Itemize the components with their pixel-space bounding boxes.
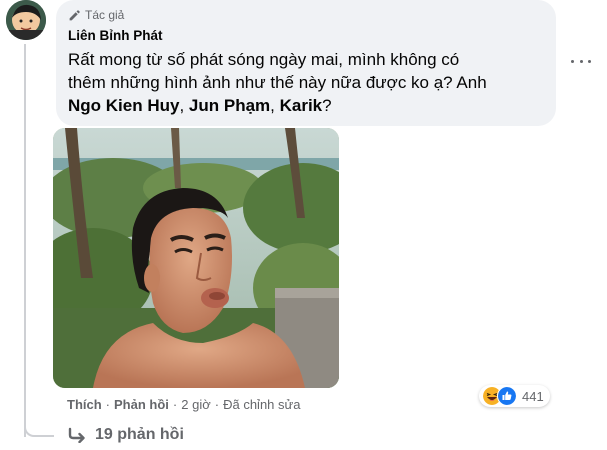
comment-text-line-3: Ngo Kien Huy, Jun Phạm, Karik?: [68, 94, 544, 117]
more-options-button[interactable]: [571, 56, 591, 66]
view-replies-link[interactable]: 19 phản hồi: [67, 426, 184, 444]
photo-image: [53, 128, 339, 388]
author-badge: Tác giả: [68, 6, 544, 24]
replies-label: 19 phản hồi: [95, 426, 184, 443]
pencil-icon: [69, 9, 80, 20]
reactions-summary[interactable]: 441: [479, 385, 550, 407]
mention-link[interactable]: Ngo Kien Huy: [68, 96, 179, 115]
comment-photo[interactable]: [53, 128, 339, 388]
reply-link[interactable]: Phản hồi: [114, 397, 169, 412]
like-icon: [497, 386, 517, 406]
avatar[interactable]: [6, 0, 46, 40]
comment-bubble: Tác giả Liên Bỉnh Phát Rất mong từ số ph…: [56, 0, 556, 126]
mention-separator: ,: [179, 96, 189, 115]
more-dot-icon: [588, 59, 591, 63]
thread-branch: [24, 423, 54, 437]
more-dot-icon: [571, 59, 574, 63]
mention-link[interactable]: Jun Phạm: [189, 96, 270, 115]
comment-text: Rất mong từ số phát sóng ngày mai, mình …: [68, 48, 544, 117]
separator-dot: ·: [172, 397, 178, 412]
mention-separator: ,: [270, 96, 280, 115]
avatar-image: [6, 0, 46, 40]
timestamp[interactable]: 2 giờ: [181, 397, 211, 412]
reaction-count: 441: [522, 388, 544, 404]
author-badge-label: Tác giả: [85, 8, 125, 22]
author-name[interactable]: Liên Bỉnh Phát: [68, 28, 544, 46]
comment-text-line-2: thêm những hình ảnh như thế này nữa được…: [68, 73, 487, 92]
comment-actions: Thích · Phản hồi · 2 giờ · Đã chỉnh sửa: [67, 397, 300, 412]
more-dot-icon: [579, 59, 583, 63]
like-link[interactable]: Thích: [67, 397, 102, 412]
comment-text-line-1: Rất mong từ số phát sóng ngày mai, mình …: [68, 50, 460, 69]
separator-dot: ·: [105, 397, 111, 412]
edited-label[interactable]: Đã chỉnh sửa: [223, 397, 300, 412]
thread-line: [24, 44, 26, 437]
separator-dot: ·: [214, 397, 220, 412]
reply-arrow-icon: [68, 427, 85, 443]
comment-ending: ?: [322, 96, 332, 115]
mention-link[interactable]: Karik: [280, 96, 323, 115]
